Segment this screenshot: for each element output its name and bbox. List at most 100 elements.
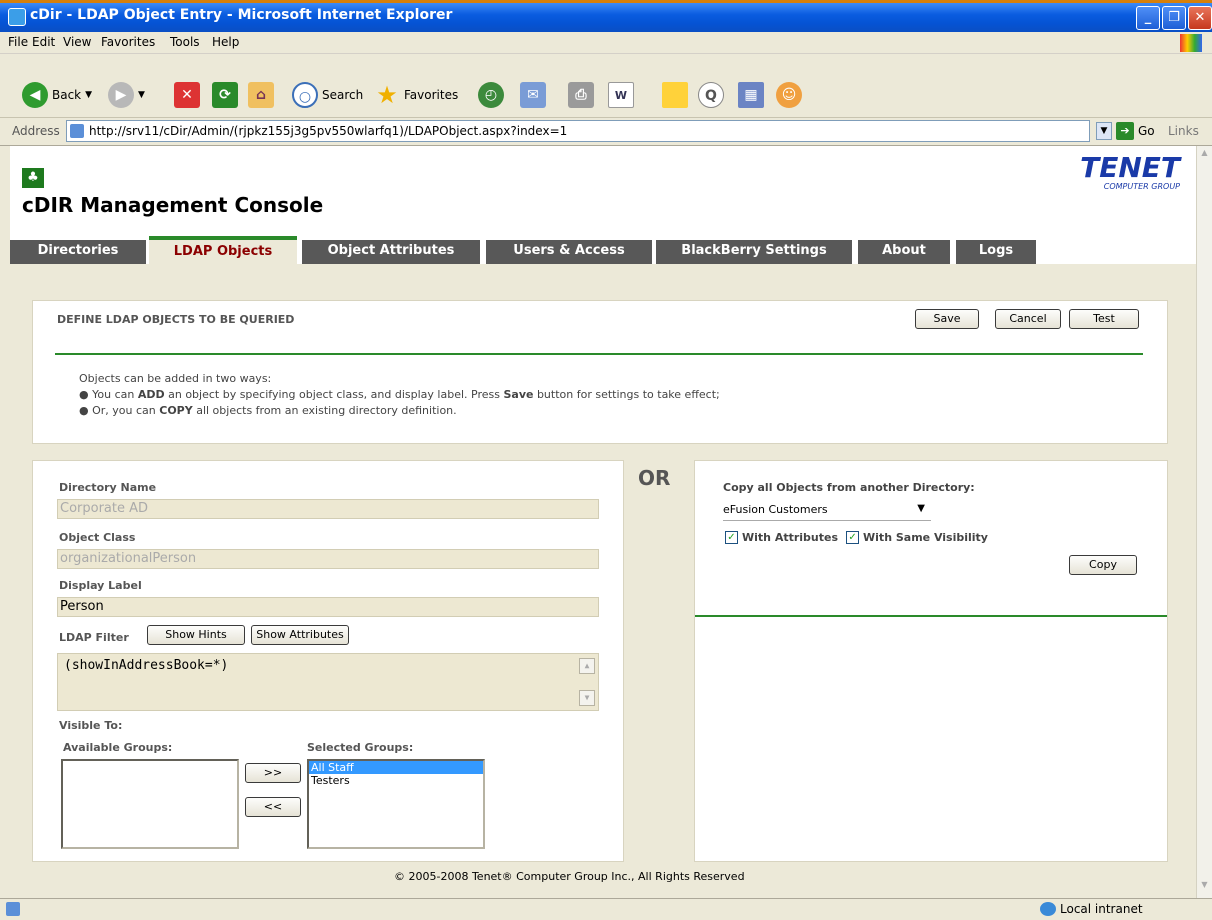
show-hints-button[interactable]: Show Hints <box>147 625 245 645</box>
menu-edit[interactable]: Edit <box>32 35 55 49</box>
menu-view[interactable]: View <box>63 35 91 49</box>
search-button[interactable]: ○ Search <box>292 82 363 108</box>
page-header: ♣ cDIR Management Console TENET COMPUTER… <box>10 146 1196 264</box>
tab-about[interactable]: About <box>858 240 950 264</box>
tab-users-access[interactable]: Users & Access <box>486 240 652 264</box>
tenet-logo: TENET COMPUTER GROUP <box>1050 151 1180 192</box>
maximize-button[interactable]: ❐ <box>1162 6 1186 30</box>
history-icon[interactable]: ◴ <box>478 82 504 108</box>
forward-button[interactable]: ▶ ▼ <box>108 82 145 108</box>
intranet-icon <box>1040 902 1056 916</box>
ldap-filter-label: LDAP Filter <box>59 631 129 644</box>
ldap-filter-value: (showInAddressBook=*) <box>64 658 229 673</box>
links-label[interactable]: Links <box>1168 124 1199 138</box>
close-button[interactable]: ✕ <box>1188 6 1212 30</box>
directory-name-field[interactable]: Corporate AD <box>57 499 599 519</box>
chevron-down-icon: ▼ <box>917 503 925 514</box>
ldap-filter-textarea[interactable]: (showInAddressBook=*) ▲ ▼ <box>57 653 599 711</box>
bullet-copy: ● Or, you can COPY all objects from an e… <box>79 404 457 417</box>
toolbar: ◀ Back ▼ ▶ ▼ ✕ ⟳ ⌂ ○ Search ★ Favorites ◴ … <box>0 54 1212 118</box>
list-item[interactable]: All Staff <box>309 761 483 774</box>
refresh-icon[interactable]: ⟳ <box>212 82 238 108</box>
bullet-add: ● You can ADD an object by specifying ob… <box>79 388 720 401</box>
windows-logo-icon <box>1180 34 1202 52</box>
tab-logs[interactable]: Logs <box>956 240 1036 264</box>
move-left-button[interactable]: << <box>245 797 301 817</box>
directory-select[interactable]: eFusion Customers ▼ <box>723 499 931 521</box>
page-viewport: ♣ cDIR Management Console TENET COMPUTER… <box>10 146 1196 898</box>
copy-options: ✓ With Attributes ✓ With Same Visibility <box>725 531 988 544</box>
menu-file[interactable]: File <box>8 35 28 49</box>
menu-help[interactable]: Help <box>212 35 239 49</box>
logo-sub: COMPUTER GROUP <box>1103 182 1180 191</box>
define-heading: DEFINE LDAP OBJECTS TO BE QUERIED <box>57 313 295 326</box>
mail-icon[interactable]: ✉ <box>520 82 546 108</box>
move-right-button[interactable]: >> <box>245 763 301 783</box>
home-icon[interactable]: ⌂ <box>248 82 274 108</box>
copy-divider <box>695 615 1167 617</box>
with-attributes-checkbox[interactable]: ✓ <box>725 531 738 544</box>
tab-blackberry-settings[interactable]: BlackBerry Settings <box>656 240 852 264</box>
page-icon <box>70 124 84 138</box>
test-button[interactable]: Test <box>1069 309 1139 329</box>
scroll-up-icon[interactable]: ▲ <box>1198 148 1211 162</box>
page-title: cDIR Management Console <box>22 193 324 217</box>
directory-name-label: Directory Name <box>59 481 157 494</box>
display-label-label: Display Label <box>59 579 142 592</box>
scroll-down-icon[interactable]: ▼ <box>579 690 595 706</box>
cancel-button[interactable]: Cancel <box>995 309 1061 329</box>
status-bar: Local intranet <box>0 898 1212 920</box>
selected-groups-list[interactable]: All Staff Testers <box>307 759 485 849</box>
show-attributes-button[interactable]: Show Attributes <box>251 625 349 645</box>
list-item[interactable]: Testers <box>309 774 483 787</box>
contacts-icon[interactable]: ☺ <box>776 82 802 108</box>
or-label: OR <box>638 466 671 490</box>
copy-objects-panel: Copy all Objects from another Directory:… <box>694 460 1168 862</box>
address-label: Address <box>12 124 60 138</box>
messenger-icon[interactable]: Q <box>698 82 724 108</box>
back-button[interactable]: ◀ Back ▼ <box>22 82 92 108</box>
print-icon[interactable]: ⎙ <box>568 82 594 108</box>
stop-icon[interactable]: ✕ <box>174 82 200 108</box>
tab-directories[interactable]: Directories <box>10 240 146 264</box>
with-attributes-label: With Attributes <box>742 531 839 544</box>
forward-arrow-icon: ▶ <box>108 82 134 108</box>
save-button[interactable]: Save <box>915 309 979 329</box>
intro-text: Objects can be added in two ways: <box>79 372 272 385</box>
page-scrollbar[interactable]: ▲ ▼ <box>1196 146 1212 898</box>
tab-object-attributes[interactable]: Object Attributes <box>302 240 480 264</box>
minimize-button[interactable]: _ <box>1136 6 1160 30</box>
visible-to-label: Visible To: <box>59 719 123 732</box>
page-status-icon <box>6 902 20 916</box>
directory-select-value: eFusion Customers <box>723 503 828 516</box>
display-label-field[interactable]: Person <box>57 597 599 617</box>
url-dropdown-icon[interactable]: ▼ <box>1096 122 1112 140</box>
object-class-field[interactable]: organizationalPerson <box>57 549 599 569</box>
go-button[interactable]: ➔ Go <box>1116 122 1155 140</box>
favorites-button[interactable]: ★ Favorites <box>374 82 458 108</box>
tree-logo-icon: ♣ <box>22 168 44 188</box>
copy-button[interactable]: Copy <box>1069 555 1137 575</box>
go-arrow-icon: ➔ <box>1116 122 1134 140</box>
scroll-up-icon[interactable]: ▲ <box>579 658 595 674</box>
url-input[interactable]: http://srv11/cDir/Admin/(rjpkz155j3g5pv5… <box>66 120 1090 142</box>
search-label: Search <box>322 88 364 102</box>
scroll-down-icon[interactable]: ▼ <box>1198 880 1211 894</box>
research-icon[interactable]: ▦ <box>738 82 764 108</box>
available-groups-label: Available Groups: <box>63 741 173 754</box>
title-bar: cDir - LDAP Object Entry - Microsoft Int… <box>0 0 1212 32</box>
tab-ldap-objects[interactable]: LDAP Objects <box>149 236 297 264</box>
object-class-label: Object Class <box>59 531 136 544</box>
with-visibility-checkbox[interactable]: ✓ <box>846 531 860 544</box>
note-icon[interactable] <box>662 82 688 108</box>
menu-tools[interactable]: Tools <box>170 35 200 49</box>
word-icon[interactable]: W <box>608 82 634 108</box>
star-icon: ★ <box>376 81 398 109</box>
with-visibility-label: With Same Visibility <box>863 531 988 544</box>
available-groups-list[interactable] <box>61 759 239 849</box>
menu-favorites[interactable]: Favorites <box>101 35 155 49</box>
go-label: Go <box>1138 124 1155 138</box>
selected-groups-label: Selected Groups: <box>307 741 414 754</box>
back-label: Back <box>52 88 82 102</box>
logo-main: TENET <box>1080 151 1180 184</box>
